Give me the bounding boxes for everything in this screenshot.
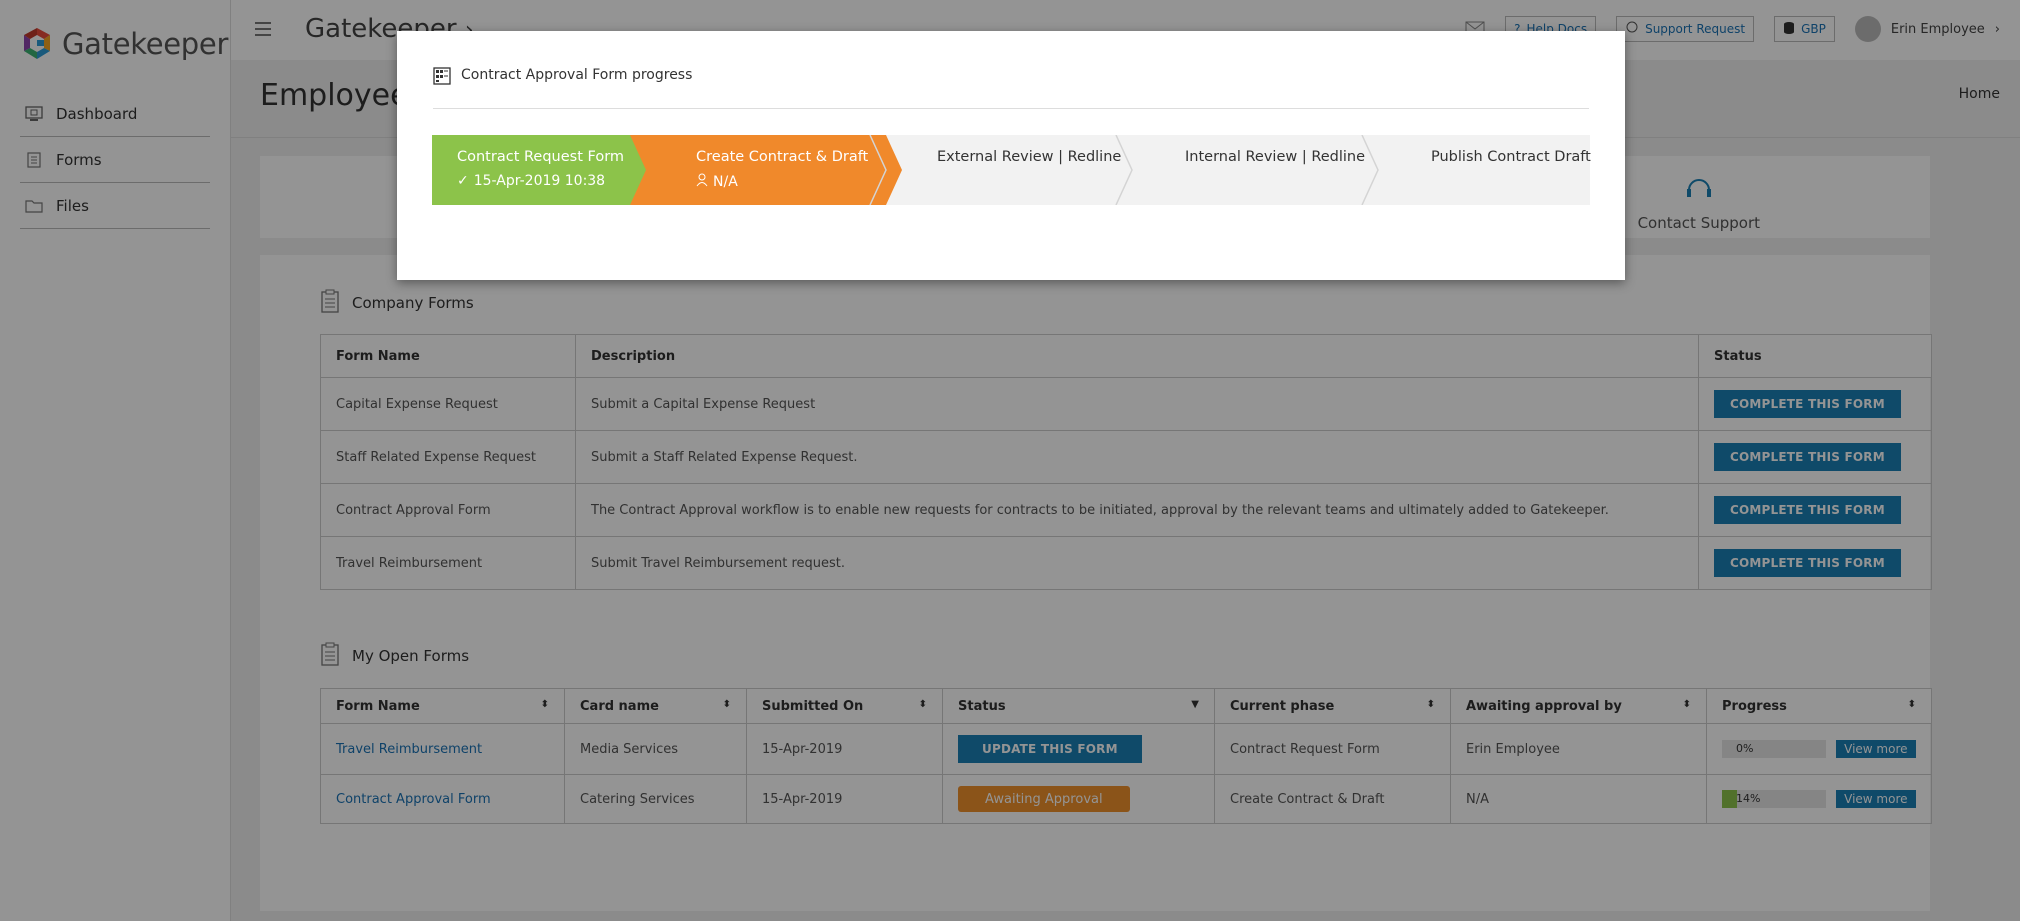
step-assignee: N/A <box>713 174 738 190</box>
step-separator <box>1115 135 1133 205</box>
step-separator <box>1361 135 1379 205</box>
step-chevron <box>630 135 902 205</box>
step-label: External Review | Redline <box>937 149 1122 165</box>
check-icon: ✓ <box>457 173 469 189</box>
step-label: Internal Review | Redline <box>1185 149 1366 165</box>
progress-steps: Contract Request Form ✓ 15-Apr-2019 10:3… <box>432 135 1591 205</box>
form-grid-icon <box>433 67 451 89</box>
step-sub: N/A <box>696 173 738 191</box>
step-sub: ✓ 15-Apr-2019 10:38 <box>457 173 605 189</box>
step-label: Contract Request Form <box>457 149 625 165</box>
progress-modal: Contract Approval Form progress Contract… <box>397 31 1625 280</box>
step-label: Create Contract & Draft <box>696 149 869 165</box>
user-icon <box>696 173 708 191</box>
step-date: 15-Apr-2019 10:38 <box>473 173 606 189</box>
step-chevron <box>432 135 662 205</box>
step-label: Publish Contract Draft <box>1431 149 1591 165</box>
modal-title: Contract Approval Form progress <box>461 67 693 83</box>
steps-graphic <box>432 135 1379 205</box>
modal-header: Contract Approval Form progress <box>433 67 1589 109</box>
